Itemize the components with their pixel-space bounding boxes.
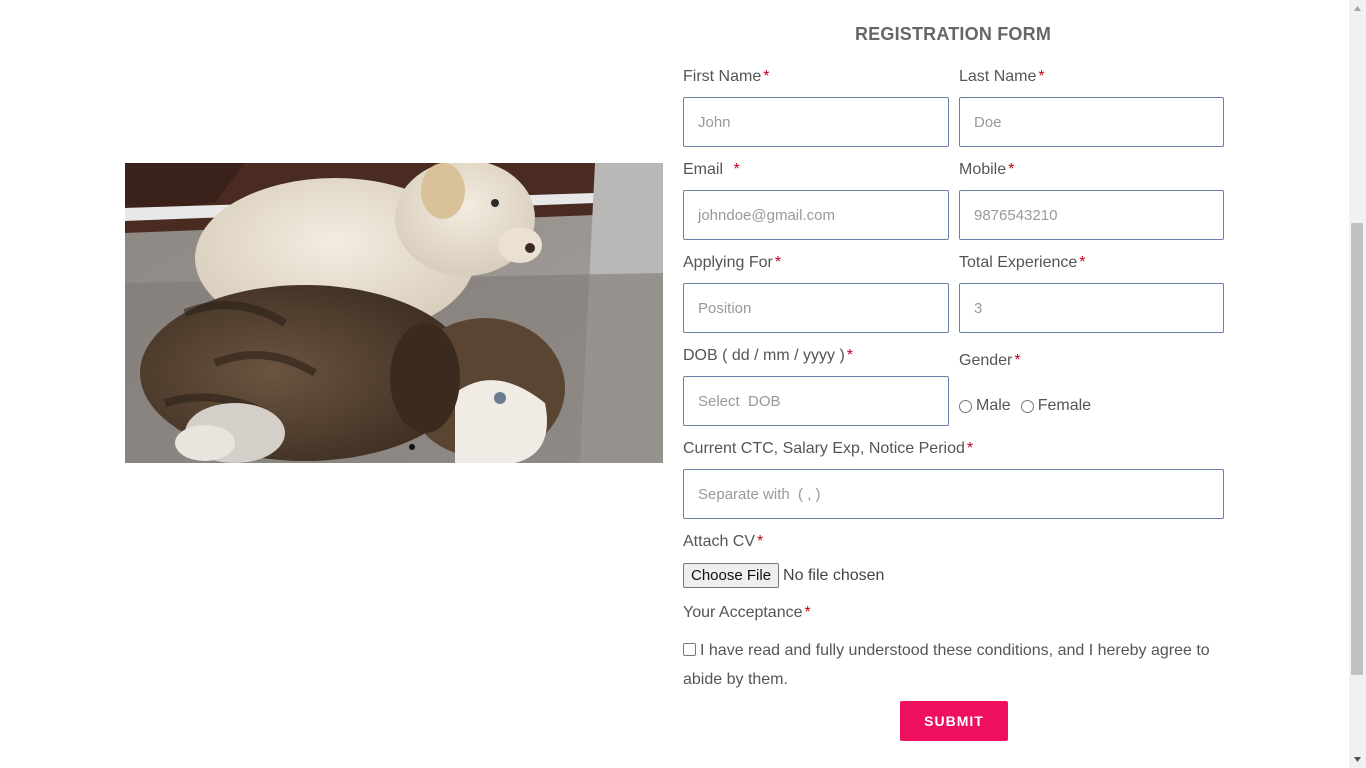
carousel-next-icon[interactable] — [628, 138, 652, 162]
required-mark: * — [1079, 254, 1086, 271]
ctc-label: Current CTC, Salary Exp, Notice Period * — [683, 440, 974, 457]
applying-for-label: Applying For * — [683, 254, 782, 271]
first-name-placeholder: John — [698, 113, 731, 131]
ctc-placeholder: Separate with ( , ) — [698, 485, 821, 503]
required-mark: * — [846, 347, 854, 364]
form-title: REGISTRATION FORM — [854, 24, 1052, 44]
dob-input[interactable]: Select DOB — [683, 376, 949, 426]
gender-option-female[interactable]: Female — [1020, 397, 1092, 415]
radio-button[interactable] — [1020, 399, 1034, 413]
dob-placeholder: Select DOB — [698, 392, 781, 410]
scroll-thumb[interactable] — [1351, 223, 1363, 675]
last-name-placeholder: Doe — [974, 113, 1002, 131]
radio-label: Male — [976, 397, 1011, 414]
cv-file-input[interactable]: Choose File No file chosen — [683, 563, 884, 588]
experience-label: Total Experience * — [959, 254, 1086, 271]
required-mark: * — [1014, 352, 1021, 369]
applying-for-placeholder: Position — [698, 299, 752, 317]
radio-label: Female — [1037, 397, 1092, 414]
acceptance-text: I have read and fully understood these c… — [683, 642, 1210, 688]
first-name-label: First Name * — [683, 68, 770, 85]
submit-button[interactable]: SUBMIT — [900, 701, 1008, 741]
acceptance-row: I have read and fully understood these c… — [683, 636, 1223, 694]
ctc-input[interactable]: Separate with ( , ) — [683, 469, 1224, 519]
carousel-indicator-dot[interactable] — [409, 444, 415, 450]
required-mark: * — [763, 68, 770, 85]
required-mark: * — [774, 254, 782, 271]
cv-label: Attach CV * — [683, 533, 764, 550]
required-mark: * — [966, 440, 974, 457]
scroll-down-icon[interactable] — [1353, 755, 1362, 764]
applying-for-input[interactable]: Position — [683, 283, 949, 333]
scroll-up-icon[interactable] — [1353, 4, 1362, 13]
required-mark: * — [733, 161, 740, 178]
vertical-scrollbar[interactable] — [1349, 0, 1366, 768]
required-mark: * — [804, 604, 811, 621]
gender-option-male[interactable]: Male — [959, 397, 1011, 415]
image-carousel — [125, 163, 663, 463]
acceptance-label: Your Acceptance * — [683, 604, 811, 621]
experience-input[interactable]: 3 — [959, 283, 1224, 333]
required-mark: * — [757, 533, 764, 550]
email-input[interactable]: johndoe@gmail.com — [683, 190, 949, 240]
gender-label: Gender * — [959, 352, 1021, 369]
puppies-photo — [125, 163, 663, 463]
acceptance-checkbox[interactable] — [683, 643, 696, 656]
required-mark: * — [1008, 161, 1015, 178]
first-name-input[interactable]: John — [683, 97, 949, 147]
email-placeholder: johndoe@gmail.com — [698, 206, 835, 224]
mobile-placeholder: 9876543210 — [974, 206, 1058, 224]
required-mark: * — [1038, 68, 1045, 85]
file-status: No file chosen — [783, 566, 885, 584]
dob-label: DOB ( dd / mm / yyyy ) * — [683, 347, 854, 364]
experience-placeholder: 3 — [974, 299, 983, 317]
carousel-prev-icon[interactable] — [136, 138, 160, 162]
last-name-label: Last Name * — [959, 68, 1045, 85]
choose-file-button[interactable]: Choose File — [683, 563, 780, 588]
mobile-input[interactable]: 9876543210 — [959, 190, 1224, 240]
gender-radio-group: Male Female — [959, 397, 1101, 415]
email-label: Email * — [683, 161, 740, 178]
mobile-label: Mobile * — [959, 161, 1015, 178]
last-name-input[interactable]: Doe — [959, 97, 1224, 147]
radio-button[interactable] — [959, 399, 972, 413]
